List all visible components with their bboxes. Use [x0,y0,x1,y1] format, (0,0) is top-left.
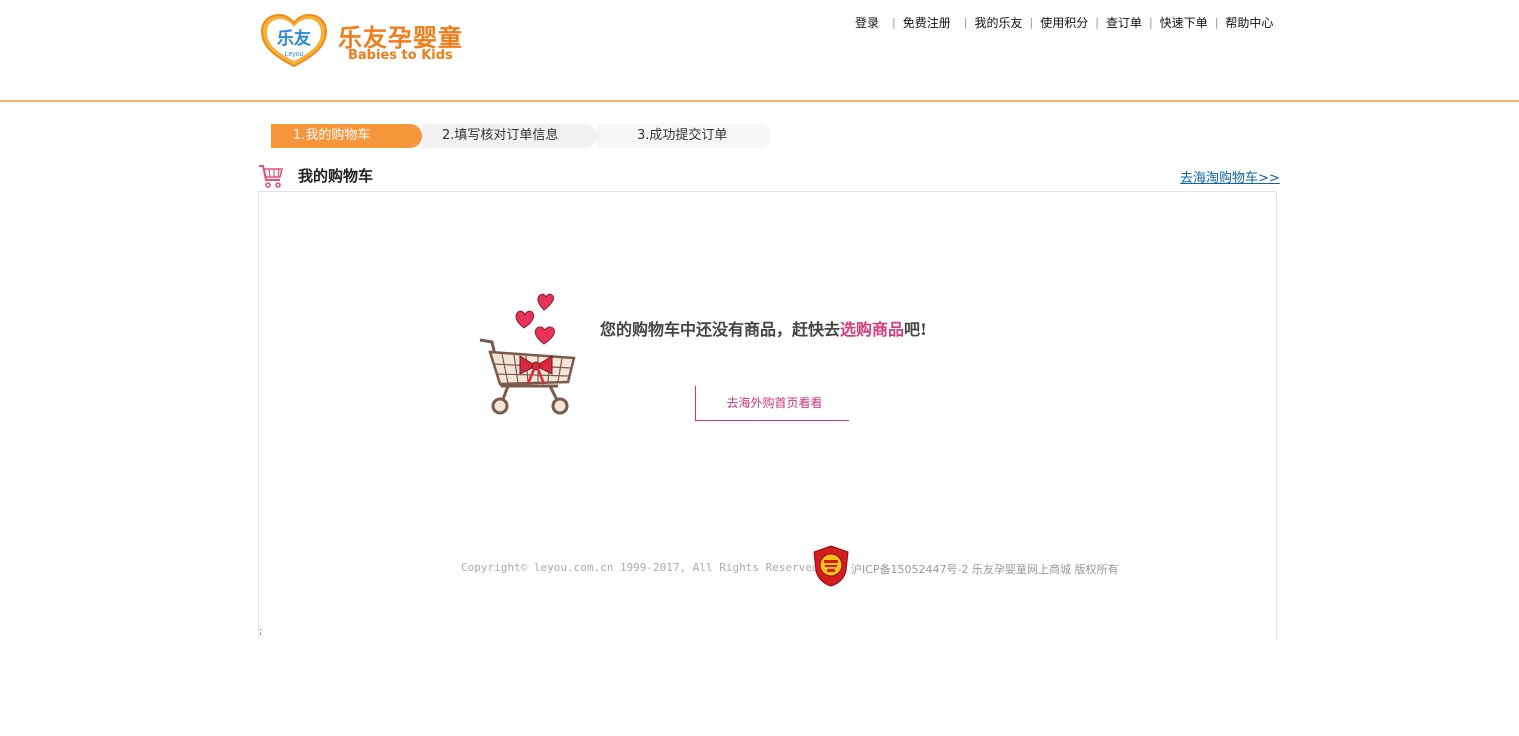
nav-separator: | [892,15,896,29]
police-shield-badge-icon[interactable] [812,545,850,587]
checkout-steps: 3.成功提交订单 2.填写核对订单信息 1.我的购物车 [271,124,771,148]
empty-cart-message: 您的购物车中还没有商品，赶快去选购商品吧! [600,316,927,340]
nav-separator: | [1029,15,1034,29]
cart-title: 我的购物车 [298,167,374,185]
nav-login-link[interactable]: 登录 [855,14,879,31]
site-logo[interactable]: 乐友 Leyou 乐友孕婴童 Babies to Kids [260,14,475,70]
leyou-heart-logo-icon: 乐友 Leyou [260,14,328,68]
svg-text:乐友: 乐友 [277,28,311,48]
nav-separator: | [1214,15,1219,29]
top-nav: 登录 | 免费注册 | 我的乐友 | 使用积分 | 查订单 | 快速下单 | 帮… [855,13,1273,31]
nav-help-center-link[interactable]: 帮助中心 [1225,14,1273,31]
nav-use-points-link[interactable]: 使用积分 [1040,14,1088,31]
nav-separator: | [1148,15,1153,29]
empty-cart-hearts-icon [479,293,576,415]
haitao-cart-link[interactable]: 去海淘购物车>> [1180,167,1280,186]
nav-separator: | [1095,15,1099,29]
svg-text:Leyou: Leyou [284,51,303,58]
nav-separator: | [963,15,968,29]
header-divider [0,100,1519,102]
nav-quick-order-link[interactable]: 快速下单 [1160,14,1208,31]
nav-register-link[interactable]: 免费注册 [903,14,951,31]
empty-message-suffix: 吧! [904,320,928,339]
shopping-cart-icon [259,165,284,188]
stray-text: ; [259,626,263,637]
step-my-cart: 1.我的购物车 [271,124,422,148]
logo-english-tagline: Babies to Kids [348,48,453,63]
nav-check-orders-link[interactable]: 查订单 [1106,14,1142,31]
step-fill-order-info: 2.填写核对订单信息 [422,124,597,148]
empty-message-text: 您的购物车中还没有商品，赶快去 [600,320,841,339]
step-submit-order: 3.成功提交订单 [597,124,771,148]
icp-license-text[interactable]: 沪ICP备15052447号-2 乐友孕婴童网上商城 版权所有 [851,561,1119,577]
shop-products-link[interactable]: 选购商品 [840,320,904,339]
go-overseas-home-button[interactable]: 去海外购首页看看 [695,386,849,421]
copyright-text: Copyright© leyou.com.cn 1999-2017, All R… [461,561,819,574]
nav-my-leyou-link[interactable]: 我的乐友 [974,14,1022,31]
